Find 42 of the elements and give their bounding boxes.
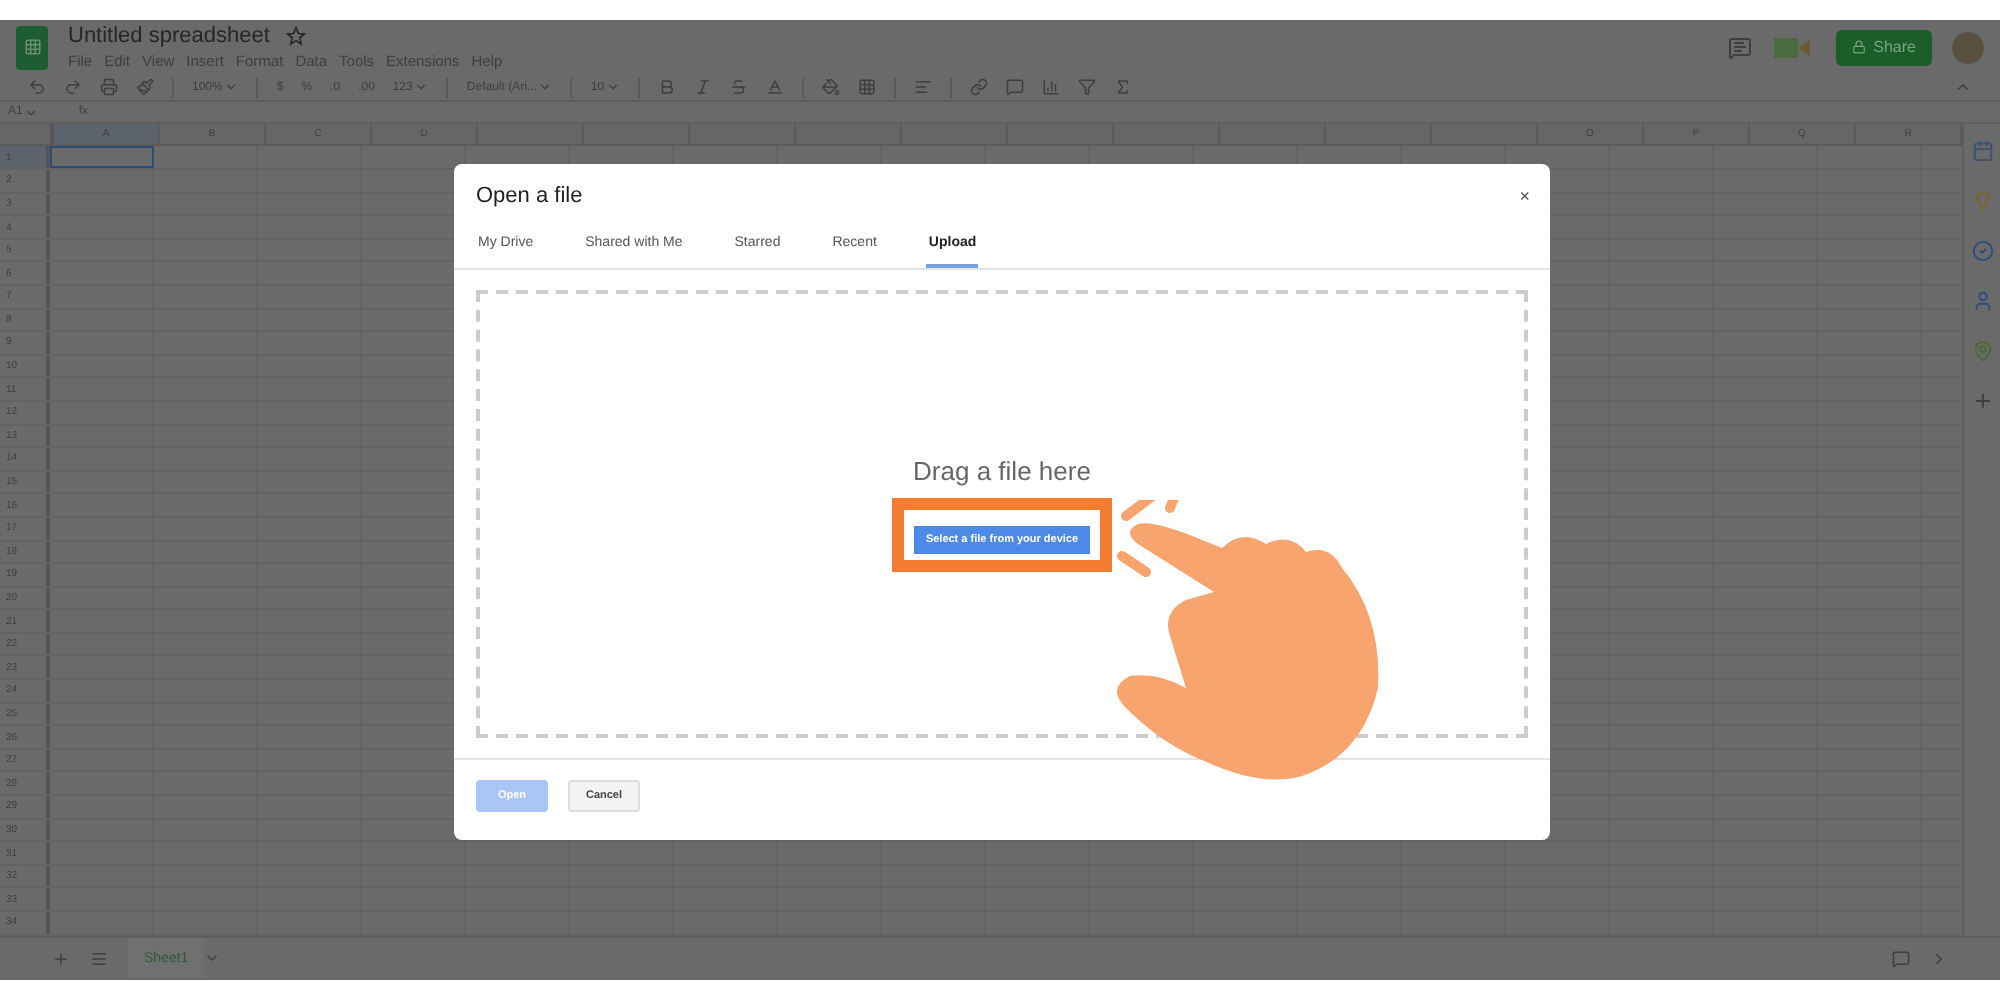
all-sheets-icon[interactable] bbox=[90, 949, 108, 968]
caret-icon[interactable] bbox=[606, 80, 621, 95]
sheets-logo-icon[interactable] bbox=[16, 25, 48, 70]
add-icon[interactable] bbox=[1971, 390, 1993, 413]
strikethrough-icon[interactable] bbox=[730, 78, 749, 97]
undo-icon[interactable] bbox=[28, 78, 46, 97]
functions-icon[interactable] bbox=[1114, 78, 1133, 97]
selected-cell[interactable] bbox=[50, 146, 154, 169]
comment-icon[interactable] bbox=[1006, 78, 1025, 97]
side-panel-toggle-icon[interactable] bbox=[1930, 949, 1948, 968]
video-call-icon[interactable] bbox=[1771, 35, 1816, 60]
dialog-title: Open a file bbox=[476, 184, 583, 208]
close-button[interactable]: × bbox=[1519, 184, 1530, 208]
caret-icon[interactable] bbox=[414, 80, 429, 95]
align-icon[interactable] bbox=[914, 78, 933, 97]
text-color-icon[interactable] bbox=[766, 78, 785, 97]
calendar-icon[interactable] bbox=[1971, 140, 1993, 163]
lightbulb-icon[interactable] bbox=[1971, 190, 1993, 213]
map-pin-icon[interactable] bbox=[1971, 340, 1993, 363]
comment-icon[interactable] bbox=[1727, 35, 1752, 60]
redo-icon[interactable] bbox=[64, 78, 82, 97]
add-sheet-icon[interactable] bbox=[52, 949, 70, 968]
caret-icon[interactable] bbox=[224, 80, 239, 95]
caret-icon[interactable] bbox=[538, 80, 553, 95]
star-icon[interactable] bbox=[285, 26, 306, 47]
caret-icon[interactable] bbox=[24, 105, 39, 120]
paint-format-icon[interactable] bbox=[136, 78, 154, 97]
drop-text: Drag a file here bbox=[913, 456, 1091, 486]
document-title[interactable]: Untitled spreadsheet bbox=[68, 24, 270, 49]
fill-color-icon[interactable] bbox=[822, 78, 841, 97]
avatar[interactable] bbox=[1952, 31, 1984, 64]
borders-icon[interactable] bbox=[858, 78, 877, 97]
chart-icon[interactable] bbox=[1042, 78, 1061, 97]
tasks-icon[interactable] bbox=[1971, 240, 1993, 263]
lock-icon bbox=[1851, 40, 1866, 55]
filter-icon[interactable] bbox=[1078, 78, 1097, 97]
print-icon[interactable] bbox=[100, 78, 118, 97]
share-button[interactable]: Share bbox=[1835, 29, 1932, 66]
italic-icon[interactable] bbox=[694, 78, 713, 97]
link-icon[interactable] bbox=[970, 78, 989, 97]
contacts-icon[interactable] bbox=[1971, 290, 1993, 313]
bold-icon[interactable] bbox=[658, 78, 677, 97]
